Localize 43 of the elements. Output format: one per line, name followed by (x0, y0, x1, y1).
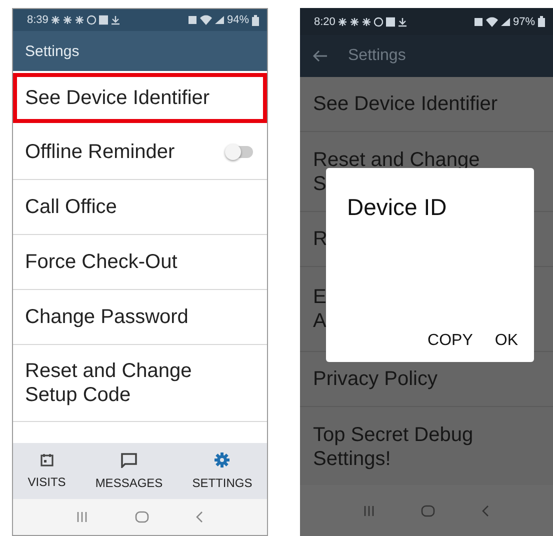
battery-icon (252, 14, 259, 26)
asterisk-icon (63, 15, 72, 25)
back-icon[interactable] (196, 511, 204, 523)
cell-signal-icon (214, 15, 224, 25)
cell-signal-icon (500, 16, 510, 26)
chat-bubble-icon (120, 452, 137, 468)
asterisk-icon (362, 16, 372, 26)
status-time: 8:20 (314, 16, 336, 28)
wifi-icon (486, 16, 498, 26)
app-bar-title: Settings (25, 42, 80, 60)
back-arrow-icon[interactable] (312, 49, 328, 63)
wifi-icon (200, 15, 212, 25)
home-icon[interactable] (421, 504, 436, 516)
status-time: 8:39 (27, 14, 48, 26)
nav-tab[interactable]: SETTINGS (192, 452, 252, 490)
recent-apps-icon[interactable] (76, 511, 88, 523)
battery-icon (538, 16, 545, 27)
nav-tab[interactable]: MESSAGES (95, 452, 163, 490)
dialog-button[interactable]: OK (484, 328, 528, 354)
battery-percent: 97% (512, 16, 535, 28)
calendar-icon (40, 453, 54, 467)
asterisk-icon (75, 15, 84, 25)
settings-item[interactable]: Force Check-Out (13, 235, 267, 290)
settings-item[interactable]: Offline Reminder (13, 125, 267, 180)
battery-percent: 94% (226, 14, 249, 26)
asterisk-icon (350, 16, 360, 26)
recent-apps-icon[interactable] (363, 504, 376, 516)
download-icon (398, 16, 408, 26)
toggle-switch[interactable] (227, 146, 253, 158)
settings-item[interactable]: Reset and Change Setup Code (13, 345, 267, 422)
home-icon[interactable] (134, 511, 149, 523)
asterisk-icon (51, 15, 60, 25)
asterisk-icon (338, 16, 348, 26)
nav-tab[interactable]: VISITS (28, 453, 66, 489)
back-icon[interactable] (482, 504, 490, 516)
download-icon (111, 15, 120, 25)
dialog-button[interactable]: COPY (418, 328, 483, 354)
settings-icon (214, 452, 230, 468)
settings-item[interactable]: Change Password (13, 290, 267, 345)
app-bar-title: Settings (348, 47, 406, 65)
settings-item[interactable]: Call Office (13, 180, 267, 235)
dialog-title: Device ID (347, 194, 447, 221)
settings-item[interactable]: See Device Identifier (13, 73, 267, 123)
